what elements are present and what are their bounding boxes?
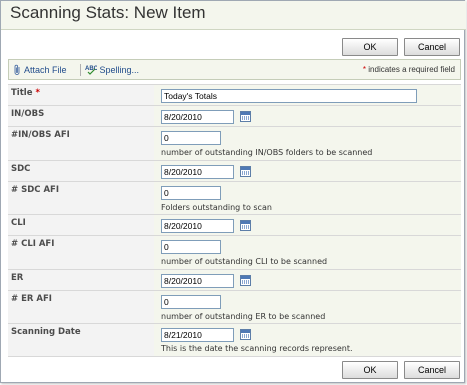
value-cell: 0 number of outstanding ER to be scanned [154, 291, 461, 323]
calendar-icon[interactable] [240, 166, 251, 177]
label-cell: # CLI AFI [8, 236, 154, 269]
form-toolbar: Attach File ABC Spelling... * indicates … [8, 59, 461, 80]
er-afi-label: # ER AFI [11, 294, 52, 304]
label-cell: # ER AFI [8, 291, 154, 323]
form-row-sdc-afi: # SDC AFI 0 Folders outstanding to scan [8, 181, 461, 214]
value-cell: 8/20/2010 [154, 270, 461, 290]
in-obs-afi-description: number of outstanding IN/OBS folders to … [161, 148, 373, 157]
value-cell: 0 number of outstanding CLI to be scanne… [154, 236, 461, 269]
svg-text:ABC: ABC [85, 66, 97, 72]
form-row-cli: CLI 8/20/2010 [8, 214, 461, 235]
title-input[interactable]: Today's Totals [161, 89, 417, 103]
page-title: Scanning Stats: New Item [10, 3, 206, 22]
form-row-scanning-date: Scanning Date 8/21/2010 This is the date… [8, 323, 461, 356]
new-item-dialog: Scanning Stats: New Item OK Cancel Attac… [0, 0, 466, 383]
in-obs-afi-label: #IN/OBS AFI [11, 130, 70, 140]
scanning-date-label: Scanning Date [11, 327, 81, 337]
spellcheck-icon: ABC [85, 66, 99, 75]
value-cell: 8/20/2010 [154, 161, 461, 181]
attach-file-link[interactable]: Attach File [13, 64, 67, 75]
form-row-er: ER 8/20/2010 [8, 269, 461, 290]
in-obs-label: IN/OBS [11, 109, 45, 119]
er-afi-description: number of outstanding ER to be scanned [161, 312, 326, 321]
scanning-date-description: This is the date the scanning records re… [161, 344, 353, 353]
label-cell: # SDC AFI [8, 182, 154, 214]
cli-afi-input[interactable]: 0 [161, 240, 221, 254]
label-cell: #IN/OBS AFI [8, 127, 154, 160]
form-row-in-obs: IN/OBS 8/20/2010 [8, 105, 461, 126]
cli-date-input[interactable]: 8/20/2010 [161, 219, 234, 233]
form-row-title: Title * Today's Totals [8, 84, 461, 105]
in-obs-date-input[interactable]: 8/20/2010 [161, 110, 234, 124]
title-label-text: Title [11, 88, 33, 98]
label-cell: Title * [8, 85, 154, 105]
value-cell: 8/20/2010 [154, 215, 461, 235]
calendar-icon[interactable] [240, 275, 251, 286]
sdc-label: SDC [11, 164, 31, 174]
calendar-icon[interactable] [240, 329, 251, 340]
label-cell: Scanning Date [8, 324, 154, 356]
form-bottom-divider [8, 356, 461, 357]
sdc-afi-description: Folders outstanding to scan [161, 203, 272, 212]
label-cell: IN/OBS [8, 106, 154, 126]
required-note-text: indicates a required field [366, 65, 455, 74]
er-date-input[interactable]: 8/20/2010 [161, 274, 234, 288]
spelling-label: Spelling... [99, 65, 140, 75]
label-cell: CLI [8, 215, 154, 235]
label-cell: ER [8, 270, 154, 290]
calendar-icon[interactable] [240, 111, 251, 122]
title-bar: Scanning Stats: New Item [1, 1, 466, 30]
cli-label: CLI [11, 218, 26, 228]
sdc-afi-label: # SDC AFI [11, 185, 60, 195]
label-cell: SDC [8, 161, 154, 181]
cancel-button-bottom[interactable]: Cancel [404, 361, 460, 379]
ok-button-bottom[interactable]: OK [342, 361, 398, 379]
spelling-link[interactable]: ABC Spelling... [85, 64, 139, 75]
cancel-button-top[interactable]: Cancel [404, 38, 460, 56]
sdc-afi-input[interactable]: 0 [161, 186, 221, 200]
sdc-date-input[interactable]: 8/20/2010 [161, 165, 234, 179]
value-cell: Today's Totals [154, 85, 461, 105]
form-row-er-afi: # ER AFI 0 number of outstanding ER to b… [8, 290, 461, 323]
attach-file-label: Attach File [24, 65, 67, 75]
form-row-cli-afi: # CLI AFI 0 number of outstanding CLI to… [8, 235, 461, 269]
value-cell: 0 number of outstanding IN/OBS folders t… [154, 127, 461, 160]
value-cell: 8/21/2010 This is the date the scanning … [154, 324, 461, 356]
toolbar-divider [80, 64, 81, 76]
er-afi-input[interactable]: 0 [161, 295, 221, 309]
scanning-date-input[interactable]: 8/21/2010 [161, 328, 234, 342]
value-cell: 8/20/2010 [154, 106, 461, 126]
er-label: ER [11, 273, 24, 283]
cli-afi-label: # CLI AFI [11, 239, 55, 249]
required-field-note: * indicates a required field [363, 65, 455, 74]
calendar-icon[interactable] [240, 220, 251, 231]
form-row-in-obs-afi: #IN/OBS AFI 0 number of outstanding IN/O… [8, 126, 461, 160]
in-obs-afi-input[interactable]: 0 [161, 131, 221, 145]
title-required-star: * [35, 88, 40, 98]
form-row-sdc: SDC 8/20/2010 [8, 160, 461, 181]
value-cell: 0 Folders outstanding to scan [154, 182, 461, 214]
ok-button-top[interactable]: OK [342, 38, 398, 56]
paperclip-icon [14, 64, 20, 75]
cli-afi-description: number of outstanding CLI to be scanned [161, 257, 328, 266]
title-label: Title * [11, 88, 40, 98]
